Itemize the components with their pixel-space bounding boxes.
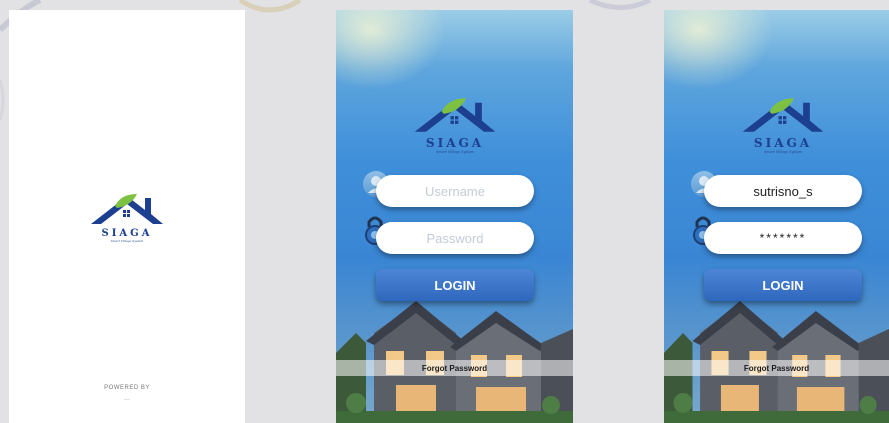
logo-text: SIAGA [101,228,153,239]
forgot-password-link[interactable]: Forgot Password [744,364,809,373]
login-screen-empty: SIAGA Smart Village System Username Pass… [336,10,573,423]
username-input[interactable]: sutrisno_s [704,175,862,207]
username-input[interactable]: Username [376,175,534,207]
password-input[interactable]: ******* [704,222,862,254]
powered-by-sub: ... [124,395,130,402]
password-placeholder: Password [426,230,484,246]
logo-tagline: Smart Village System [435,150,475,154]
forgot-password-bar: Forgot Password [664,360,889,376]
logo-text: SIAGA [425,136,485,150]
logo-tagline: Smart Village System [110,239,144,243]
sun-glare [336,10,446,90]
splash-screen: SIAGA Smart Village System POWERED BY ..… [9,10,245,423]
house-logo-icon [414,98,496,132]
login-button[interactable]: LOGIN [376,269,534,301]
forgot-password-bar: Forgot Password [336,360,573,376]
logo-text: SIAGA [753,136,813,150]
splash-logo: SIAGA Smart Village System [87,192,167,243]
house-logo-icon [742,98,824,132]
sun-glare [664,10,774,90]
house-illustration [336,301,573,423]
password-input[interactable]: Password [376,222,534,254]
login-logo: SIAGA Smart Village System [408,96,502,154]
powered-by-label: POWERED BY [104,385,150,391]
house-logo-icon [91,194,163,224]
password-value: ******* [759,231,807,245]
logo-tagline: Smart Village System [763,150,803,154]
login-logo: SIAGA Smart Village System [736,96,830,154]
house-illustration [664,301,889,423]
username-placeholder: Username [425,183,485,199]
username-value: sutrisno_s [753,183,813,199]
forgot-password-link[interactable]: Forgot Password [422,364,487,373]
login-button[interactable]: LOGIN [704,269,862,301]
login-screen-filled: SIAGA Smart Village System sutrisno_s **… [664,10,889,423]
